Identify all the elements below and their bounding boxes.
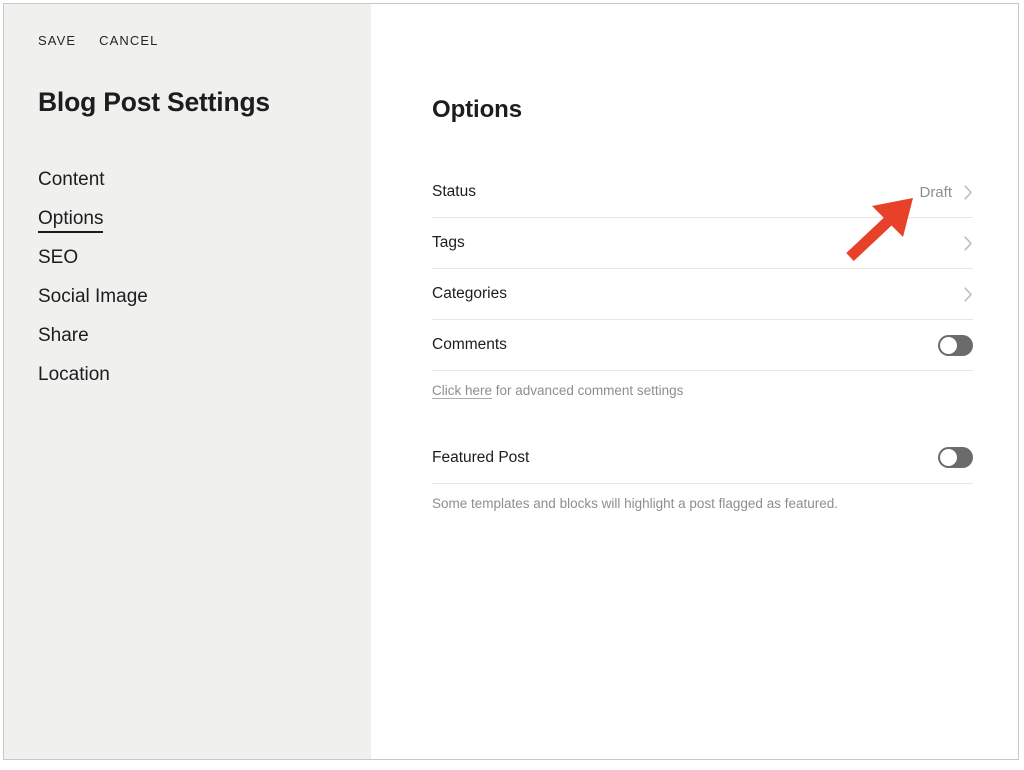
- section-title: Options: [432, 96, 522, 123]
- row-label: Comments: [432, 336, 507, 353]
- row-status[interactable]: Status Draft: [432, 167, 973, 218]
- sidebar-item-label: Options: [38, 208, 104, 233]
- sidebar-item-label: Location: [38, 364, 110, 385]
- row-control: [964, 235, 973, 251]
- comments-helper-rest: for advanced comment settings: [492, 383, 684, 398]
- row-featured-post: Featured Post: [432, 433, 973, 484]
- cancel-button[interactable]: CANCEL: [99, 33, 158, 48]
- chevron-right-icon: [964, 184, 973, 200]
- sidebar-item-options[interactable]: Options: [38, 199, 104, 238]
- page-title: Blog Post Settings: [38, 87, 270, 117]
- row-tags[interactable]: Tags: [432, 218, 973, 269]
- row-label: Tags: [432, 234, 465, 251]
- toggle-knob: [940, 449, 957, 467]
- advanced-comment-settings-link[interactable]: Click here: [432, 383, 493, 399]
- row-categories[interactable]: Categories: [432, 269, 973, 320]
- sidebar-action-bar: SAVE CANCEL: [38, 33, 158, 48]
- settings-window: SAVE CANCEL Blog Post Settings Content O…: [3, 3, 1019, 760]
- sidebar-item-location[interactable]: Location: [38, 355, 110, 394]
- sidebar-item-seo[interactable]: SEO: [38, 238, 78, 277]
- sidebar-item-content[interactable]: Content: [38, 160, 105, 199]
- sidebar-item-label: Social Image: [38, 286, 148, 307]
- row-control: Draft: [919, 184, 973, 201]
- toggle-knob: [940, 336, 957, 354]
- row-label: Status: [432, 183, 476, 200]
- row-label: Categories: [432, 285, 507, 302]
- sidebar-item-label: Share: [38, 325, 89, 346]
- comments-helper-text: Click here for advanced comment settings: [432, 371, 973, 400]
- chevron-right-icon: [964, 286, 973, 302]
- options-list: Status Draft Tags Categories Comments Cl…: [432, 167, 973, 512]
- row-label: Featured Post: [432, 448, 530, 466]
- main-panel: Options Status Draft Tags Categories Com…: [371, 4, 1018, 759]
- row-control: [938, 334, 973, 356]
- comments-toggle[interactable]: [938, 334, 973, 356]
- sidebar: SAVE CANCEL Blog Post Settings Content O…: [4, 4, 371, 759]
- sidebar-item-social-image[interactable]: Social Image: [38, 277, 148, 316]
- row-comments: Comments: [432, 320, 973, 371]
- sidebar-item-label: Content: [38, 169, 105, 190]
- sidebar-nav: Content Options SEO Social Image Share L…: [38, 160, 148, 394]
- save-button[interactable]: SAVE: [38, 33, 76, 48]
- chevron-right-icon: [964, 235, 973, 251]
- row-control: [964, 286, 973, 302]
- status-value: Draft: [919, 183, 952, 201]
- sidebar-item-label: SEO: [38, 247, 79, 268]
- row-control: [938, 447, 973, 469]
- sidebar-item-share[interactable]: Share: [38, 316, 89, 355]
- featured-helper-text: Some templates and blocks will highlight…: [432, 495, 838, 511]
- featured-post-toggle[interactable]: [938, 447, 973, 469]
